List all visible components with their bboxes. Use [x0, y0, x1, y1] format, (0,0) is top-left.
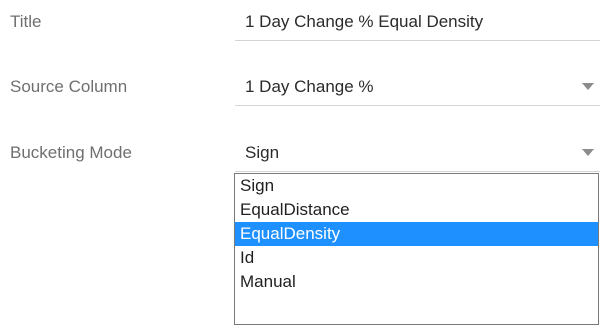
- chevron-down-icon[interactable]: [582, 83, 594, 90]
- title-input-value: 1 Day Change % Equal Density: [245, 12, 484, 31]
- source-column-label: Source Column: [10, 77, 128, 96]
- option-equal-distance[interactable]: EqualDistance: [235, 198, 598, 222]
- option-id[interactable]: Id: [235, 246, 598, 270]
- title-input[interactable]: 1 Day Change % Equal Density: [235, 3, 600, 41]
- bucketing-mode-label: Bucketing Mode: [10, 143, 132, 162]
- option-equal-density[interactable]: EqualDensity: [235, 222, 598, 246]
- bucketing-mode-dropdown-list: Sign EqualDistance EqualDensity Id Manua…: [234, 173, 599, 325]
- option-manual[interactable]: Manual: [235, 270, 598, 294]
- bucket-settings-panel: Title 1 Day Change % Equal Density Sourc…: [0, 0, 600, 325]
- option-sign[interactable]: Sign: [235, 174, 598, 198]
- source-column-select[interactable]: 1 Day Change %: [235, 68, 600, 106]
- title-label: Title: [10, 12, 42, 31]
- chevron-down-icon[interactable]: [582, 149, 594, 156]
- bucketing-mode-select[interactable]: Sign: [235, 134, 600, 172]
- source-column-value: 1 Day Change %: [245, 77, 374, 96]
- bucketing-mode-value: Sign: [245, 143, 280, 162]
